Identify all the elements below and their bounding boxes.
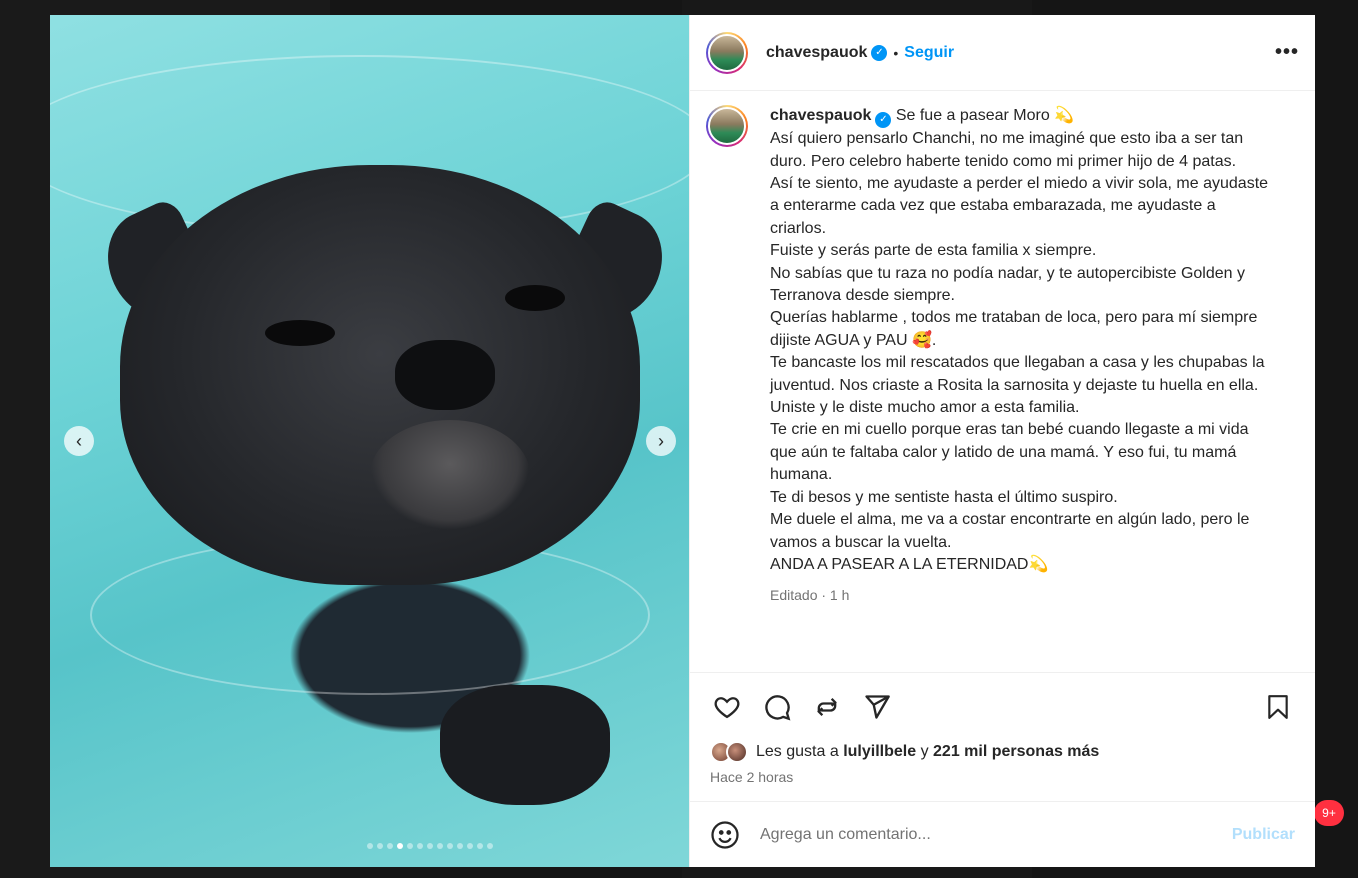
post-header: chavespauok ✓ • Seguir ••• [690, 15, 1315, 91]
chevron-right-icon: › [658, 430, 664, 451]
comment-icon[interactable] [760, 690, 794, 724]
emoji-icon[interactable] [710, 820, 740, 850]
carousel-dot [476, 843, 483, 849]
liker-username-link[interactable]: lulyillbele [843, 743, 916, 761]
caption-line: Me duele el alma, me va a costar encontr… [770, 511, 1250, 551]
avatar[interactable] [706, 31, 748, 74]
dog-eye [505, 285, 565, 311]
carousel-dot [456, 843, 463, 849]
action-bar [690, 673, 1315, 741]
caption-line: Te bancaste los mil rescatados que llega… [770, 354, 1265, 394]
caption-line: Te crie en mi cuello porque eras tan beb… [770, 421, 1249, 484]
share-icon[interactable] [860, 690, 894, 724]
notification-badge: 9+ [1314, 800, 1344, 826]
likes-joiner: y [920, 743, 929, 760]
carousel-indicator [50, 843, 689, 849]
carousel-dot [466, 843, 473, 849]
likes-count-link[interactable]: 221 mil personas más [933, 743, 1099, 761]
caption-meta: Editado · 1 h [770, 587, 850, 604]
dog-head [120, 165, 640, 585]
carousel-dot [416, 843, 423, 849]
caption-line: Fuiste y serás parte de esta familia x s… [770, 242, 1097, 260]
dog-nose [395, 340, 495, 410]
comment-bar: Publicar [690, 801, 1315, 867]
carousel-dot [426, 843, 433, 849]
caption-section: chavespauok ✓ Se fue a pasear Moro 💫 Así … [690, 91, 1315, 673]
more-options-icon[interactable]: ••• [1275, 41, 1299, 64]
caption-line: Uniste y le diste mucho amor a esta fami… [770, 399, 1080, 417]
publish-button[interactable]: Publicar [1232, 826, 1295, 844]
carousel-dot [386, 843, 393, 849]
carousel-dot [396, 843, 403, 849]
caption-line: Te di besos y me sentiste hasta el últim… [770, 488, 1118, 506]
post-media: ‹ › [50, 15, 689, 867]
post-sidebar: chavespauok ✓ • Seguir ••• chavespauok ✓ … [689, 15, 1315, 867]
carousel-dot [406, 843, 413, 849]
dog-paw [440, 685, 610, 805]
carousel-dot [486, 843, 493, 849]
post-modal: ‹ › chavespauok ✓ • Seguir ••• chavespau… [50, 15, 1315, 867]
like-icon[interactable] [710, 690, 744, 724]
bookmark-icon[interactable] [1261, 690, 1295, 724]
caption-line: No sabías que tu raza no podía nadar, y … [770, 264, 1245, 305]
carousel-dot [436, 843, 443, 849]
carousel-next-button[interactable]: › [646, 426, 676, 456]
likes-summary: Les gusta a lulyillbele y 221 mil person… [690, 741, 1315, 763]
caption-line: Se fue a pasear Moro 💫 [895, 107, 1075, 124]
dog-muzzle [370, 420, 530, 530]
post-timestamp[interactable]: Hace 2 horas [690, 763, 1315, 801]
likes-prefix: Les gusta a [756, 743, 839, 760]
caption-username-link[interactable]: chavespauok [770, 107, 871, 124]
verified-icon: ✓ [875, 112, 892, 129]
chevron-left-icon: ‹ [76, 430, 82, 451]
separator: • [893, 44, 899, 61]
repost-icon[interactable] [810, 690, 844, 724]
dog-eye [265, 320, 335, 346]
avatar[interactable] [706, 105, 748, 147]
caption-line: Así quiero pensarlo Chanchi, no me imagi… [770, 130, 1244, 170]
carousel-dot [376, 843, 383, 849]
liker-avatars[interactable] [710, 741, 748, 763]
caption-text: chavespauok ✓ Se fue a pasear Moro 💫 Así … [770, 105, 1270, 658]
follow-button[interactable]: Seguir [904, 44, 954, 62]
verified-icon: ✓ [871, 44, 888, 61]
carousel-prev-button[interactable]: ‹ [64, 426, 94, 456]
caption-line: Así te siento, me ayudaste a perder el m… [770, 175, 1269, 237]
caption-line: Querías hablarme , todos me trataban de … [770, 309, 1258, 349]
carousel-dot [366, 843, 373, 849]
carousel-dot [446, 843, 453, 849]
caption-line: ANDA A PASEAR A LA ETERNIDAD💫 [770, 555, 1049, 573]
comment-input[interactable] [760, 825, 1232, 844]
username-link[interactable]: chavespauok [766, 44, 867, 62]
